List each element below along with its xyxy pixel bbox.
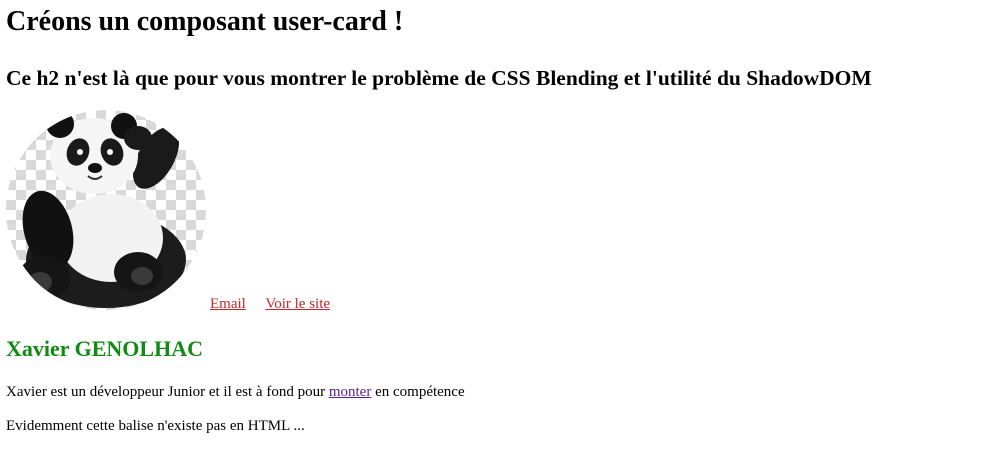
- page-subtitle: Ce h2 n'est là que pour vous montrer le …: [6, 66, 872, 90]
- user-links: Email Voir le site: [210, 296, 346, 313]
- email-link[interactable]: Email: [210, 296, 246, 312]
- bio-text-before: Xavier est un développeur Junior et il e…: [6, 384, 329, 400]
- bio-link[interactable]: monter: [329, 384, 372, 400]
- page-title: Créons un composant user-card !: [6, 6, 404, 37]
- avatar: [6, 110, 206, 310]
- bio-text-after: en compétence: [371, 384, 465, 400]
- panda-icon: [18, 110, 186, 308]
- website-link[interactable]: Voir le site: [265, 296, 330, 312]
- note-text: Evidemment cette balise n'existe pas en …: [6, 418, 305, 434]
- user-name: Xavier GENOLHAC: [6, 336, 203, 361]
- user-bio: Xavier est un développeur Junior et il e…: [6, 382, 465, 402]
